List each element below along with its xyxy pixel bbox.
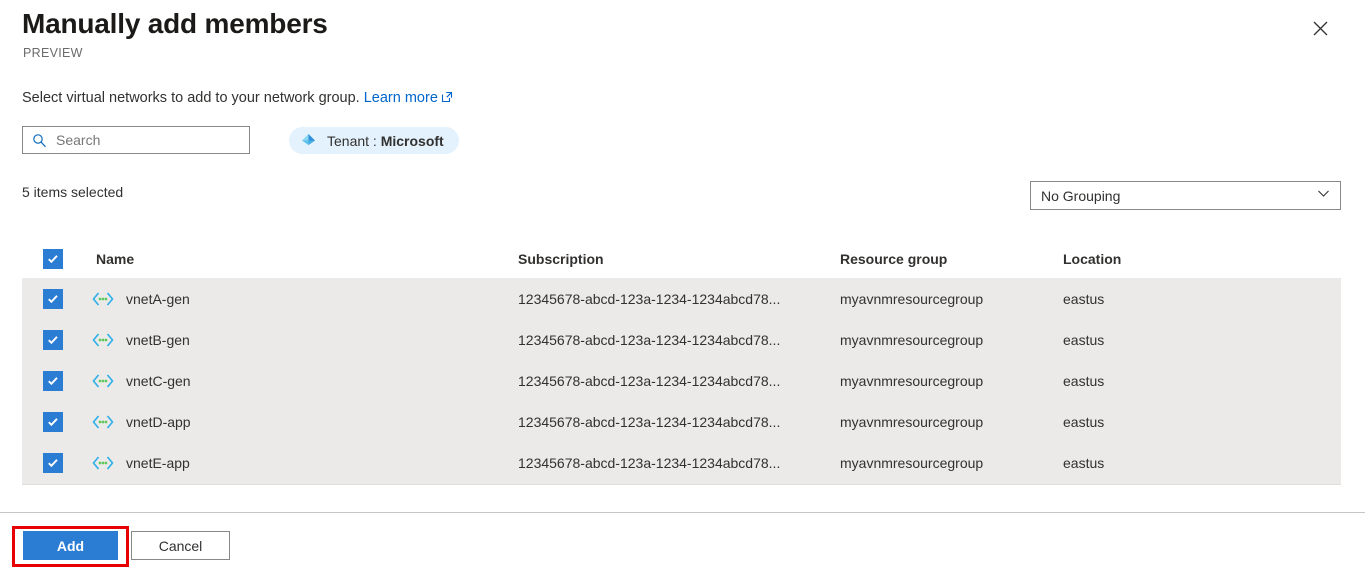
select-all-checkbox[interactable] xyxy=(43,249,63,269)
cancel-button[interactable]: Cancel xyxy=(131,531,230,560)
azure-tenant-diamond-icon xyxy=(300,132,317,149)
add-button[interactable]: Add xyxy=(23,531,118,560)
search-icon xyxy=(32,133,47,148)
table-body: vnetA-gen 12345678-abcd-123a-1234-1234ab… xyxy=(22,278,1341,485)
close-icon xyxy=(1313,21,1328,36)
cell-resource-group: myavnmresourcegroup xyxy=(840,413,984,430)
items-selected-count: 5 items selected xyxy=(22,184,124,200)
virtual-network-icon xyxy=(92,332,114,348)
cell-subscription: 12345678-abcd-123a-1234-1234abcd78... xyxy=(518,454,781,471)
cell-subscription: 12345678-abcd-123a-1234-1234abcd78... xyxy=(518,331,781,348)
table-row[interactable]: vnetC-gen 12345678-abcd-123a-1234-1234ab… xyxy=(22,360,1341,401)
cell-name: vnetC-gen xyxy=(126,372,191,389)
table-row[interactable]: vnetB-gen 12345678-abcd-123a-1234-1234ab… xyxy=(22,319,1341,360)
virtual-network-icon xyxy=(92,373,114,389)
cell-subscription: 12345678-abcd-123a-1234-1234abcd78... xyxy=(518,372,781,389)
cell-location: eastus xyxy=(1063,413,1105,430)
table-header-row: Name Subscription Resource group Locatio… xyxy=(22,240,1341,278)
chevron-down-icon xyxy=(1317,187,1330,205)
row-checkbox[interactable] xyxy=(43,452,63,473)
preview-badge: PREVIEW xyxy=(23,46,83,60)
cell-resource-group: myavnmresourcegroup xyxy=(840,331,984,348)
row-checkbox[interactable] xyxy=(43,288,63,309)
cell-location: eastus xyxy=(1063,372,1105,389)
table-row[interactable]: vnetE-app 12345678-abcd-123a-1234-1234ab… xyxy=(22,442,1341,483)
column-header-subscription[interactable]: Subscription xyxy=(518,251,604,267)
cell-location: eastus xyxy=(1063,290,1105,307)
cell-name: vnetA-gen xyxy=(126,290,190,307)
search-box[interactable] xyxy=(22,126,250,154)
external-link-icon xyxy=(441,91,453,107)
footer-action-bar: Add Cancel xyxy=(0,513,1365,585)
cell-name: vnetE-app xyxy=(126,454,190,471)
cell-name: vnetD-app xyxy=(126,413,191,430)
row-checkbox[interactable] xyxy=(43,329,63,350)
members-table: Name Subscription Resource group Locatio… xyxy=(22,240,1341,485)
table-row[interactable]: vnetD-app 12345678-abcd-123a-1234-1234ab… xyxy=(22,401,1341,442)
column-header-name[interactable]: Name xyxy=(96,251,134,267)
cell-resource-group: myavnmresourcegroup xyxy=(840,290,984,307)
learn-more-link[interactable]: Learn more xyxy=(364,90,453,106)
tenant-filter-label: Tenant : Microsoft xyxy=(327,133,444,149)
virtual-network-icon xyxy=(92,414,114,430)
tenant-value: Microsoft xyxy=(380,132,444,149)
tenant-prefix: Tenant : xyxy=(327,132,381,149)
virtual-network-icon xyxy=(92,455,114,471)
table-row[interactable]: vnetA-gen 12345678-abcd-123a-1234-1234ab… xyxy=(22,278,1341,319)
page-title: Manually add members xyxy=(22,8,328,39)
column-header-resource-group[interactable]: Resource group xyxy=(840,251,947,267)
cell-subscription: 12345678-abcd-123a-1234-1234abcd78... xyxy=(518,290,781,307)
search-input[interactable] xyxy=(56,132,236,148)
row-checkbox[interactable] xyxy=(43,370,63,391)
panel-description: Select virtual networks to add to your n… xyxy=(22,90,453,107)
cell-name: vnetB-gen xyxy=(126,331,190,348)
cell-location: eastus xyxy=(1063,331,1105,348)
cell-resource-group: myavnmresourcegroup xyxy=(840,372,984,389)
learn-more-label: Learn more xyxy=(363,90,438,106)
cell-subscription: 12345678-abcd-123a-1234-1234abcd78... xyxy=(518,413,781,430)
column-header-location[interactable]: Location xyxy=(1063,251,1121,267)
virtual-network-icon xyxy=(92,291,114,307)
grouping-selected-value: No Grouping xyxy=(1041,187,1121,204)
tenant-filter-pill[interactable]: Tenant : Microsoft xyxy=(289,127,459,154)
cell-resource-group: myavnmresourcegroup xyxy=(840,454,984,471)
grouping-dropdown[interactable]: No Grouping xyxy=(1030,181,1341,210)
description-text: Select virtual networks to add to your n… xyxy=(22,90,360,106)
row-checkbox[interactable] xyxy=(43,411,63,432)
close-button[interactable] xyxy=(1304,12,1336,44)
cell-location: eastus xyxy=(1063,454,1105,471)
